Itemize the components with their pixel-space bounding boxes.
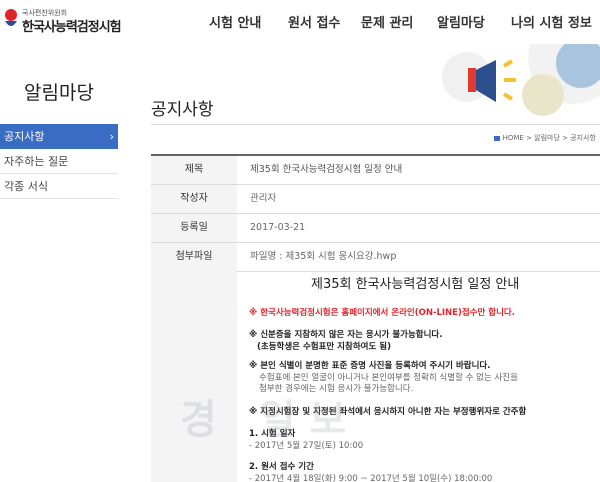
sidebar-item-label: 각종 서식 [4,180,48,193]
attachment-link[interactable]: 파일명 : 제35회 시험 응시요강.hwp [250,243,396,271]
sidebar-item-faq[interactable]: 자주하는 질문 [0,149,118,174]
notice-id-exception: (초등학생은 수험표만 지참하여도 됨) [257,342,391,352]
breadcrumb[interactable]: HOME > 알림마당 > 공지사항 [493,133,596,143]
sidebar-title: 알림마당 [24,82,94,104]
nav-notice-board[interactable]: 알림마당 [437,12,485,31]
info-label: 등록일 [151,214,237,242]
info-label: 작성자 [151,185,237,213]
chevron-right-icon: › [109,130,114,143]
info-label: 첨부파일 [151,243,237,271]
info-row-attachment: 첨부파일 파일명 : 제35회 시험 응시요강.hwp [151,243,600,272]
section-application-value: - 2017년 4월 18일(화) 9:00 ~ 2017년 5월 10일(수)… [249,474,493,482]
title-divider [151,124,600,125]
info-label: 제목 [151,156,237,184]
megaphone-icon [468,59,516,102]
info-value-author: 관리자 [250,193,277,204]
site-header: 국사편찬위원회 한국사능력검정시험 시험 안내 원서 접수 문제 관리 알림마당… [0,0,600,44]
sidebar-menu: 공지사항 › 자주하는 질문 각종 서식 [0,124,118,199]
sidebar-item-notices[interactable]: 공지사항 › [0,124,118,149]
breadcrumb-text: HOME > 알림마당 > 공지사항 [502,134,596,142]
sidebar-item-label: 공지사항 [4,130,45,143]
page-title: 공지사항 [151,100,214,120]
notice-body: 제35회 한국사능력검정시험 일정 안내 ※ 한국사능력검정시험은 홈페이지에서… [151,271,600,482]
notice-online-only: ※ 한국사능력검정시험은 홈페이지에서 온라인(ON-LINE)접수만 합니다. [249,308,515,318]
notice-photo: ※ 본인 식별이 분명한 표준 증명 사진을 등록하여 주시기 바랍니다. [249,361,491,371]
section-application-title: 2. 원서 접수 기간 [249,462,314,472]
nav-exam-info[interactable]: 시험 안내 [209,12,261,31]
info-value-date: 2017-03-21 [250,222,306,233]
home-icon [493,135,500,141]
document-title: 제35회 한국사능력검정시험 일정 안내 [311,277,520,292]
nav-my-exam-info[interactable]: 나의 시험 정보 [511,12,592,31]
sidebar-item-forms[interactable]: 각종 서식 [0,174,118,199]
nav-application[interactable]: 원서 접수 [288,12,340,31]
main-nav: 시험 안내 원서 접수 문제 관리 알림마당 나의 시험 정보 [0,12,600,34]
nav-question-management[interactable]: 문제 관리 [361,12,413,31]
notice-id-required: ※ 신분증을 지참하지 않은 자는 응시가 불가능합니다. [249,330,443,340]
notice-info-table: 제목 제35회 한국사능력검정시험 일정 안내 작성자 관리자 등록일 2017… [151,154,600,272]
body-label-column [151,271,237,482]
watermark: 경 일보 [180,397,361,443]
info-row-date: 등록일 2017-03-21 [151,214,600,243]
sidebar-item-label: 자주하는 질문 [4,155,69,168]
info-row-title: 제목 제35회 한국사능력검정시험 일정 안내 [151,156,600,185]
info-value-title: 제35회 한국사능력검정시험 일정 안내 [250,164,403,175]
info-row-author: 작성자 관리자 [151,185,600,214]
